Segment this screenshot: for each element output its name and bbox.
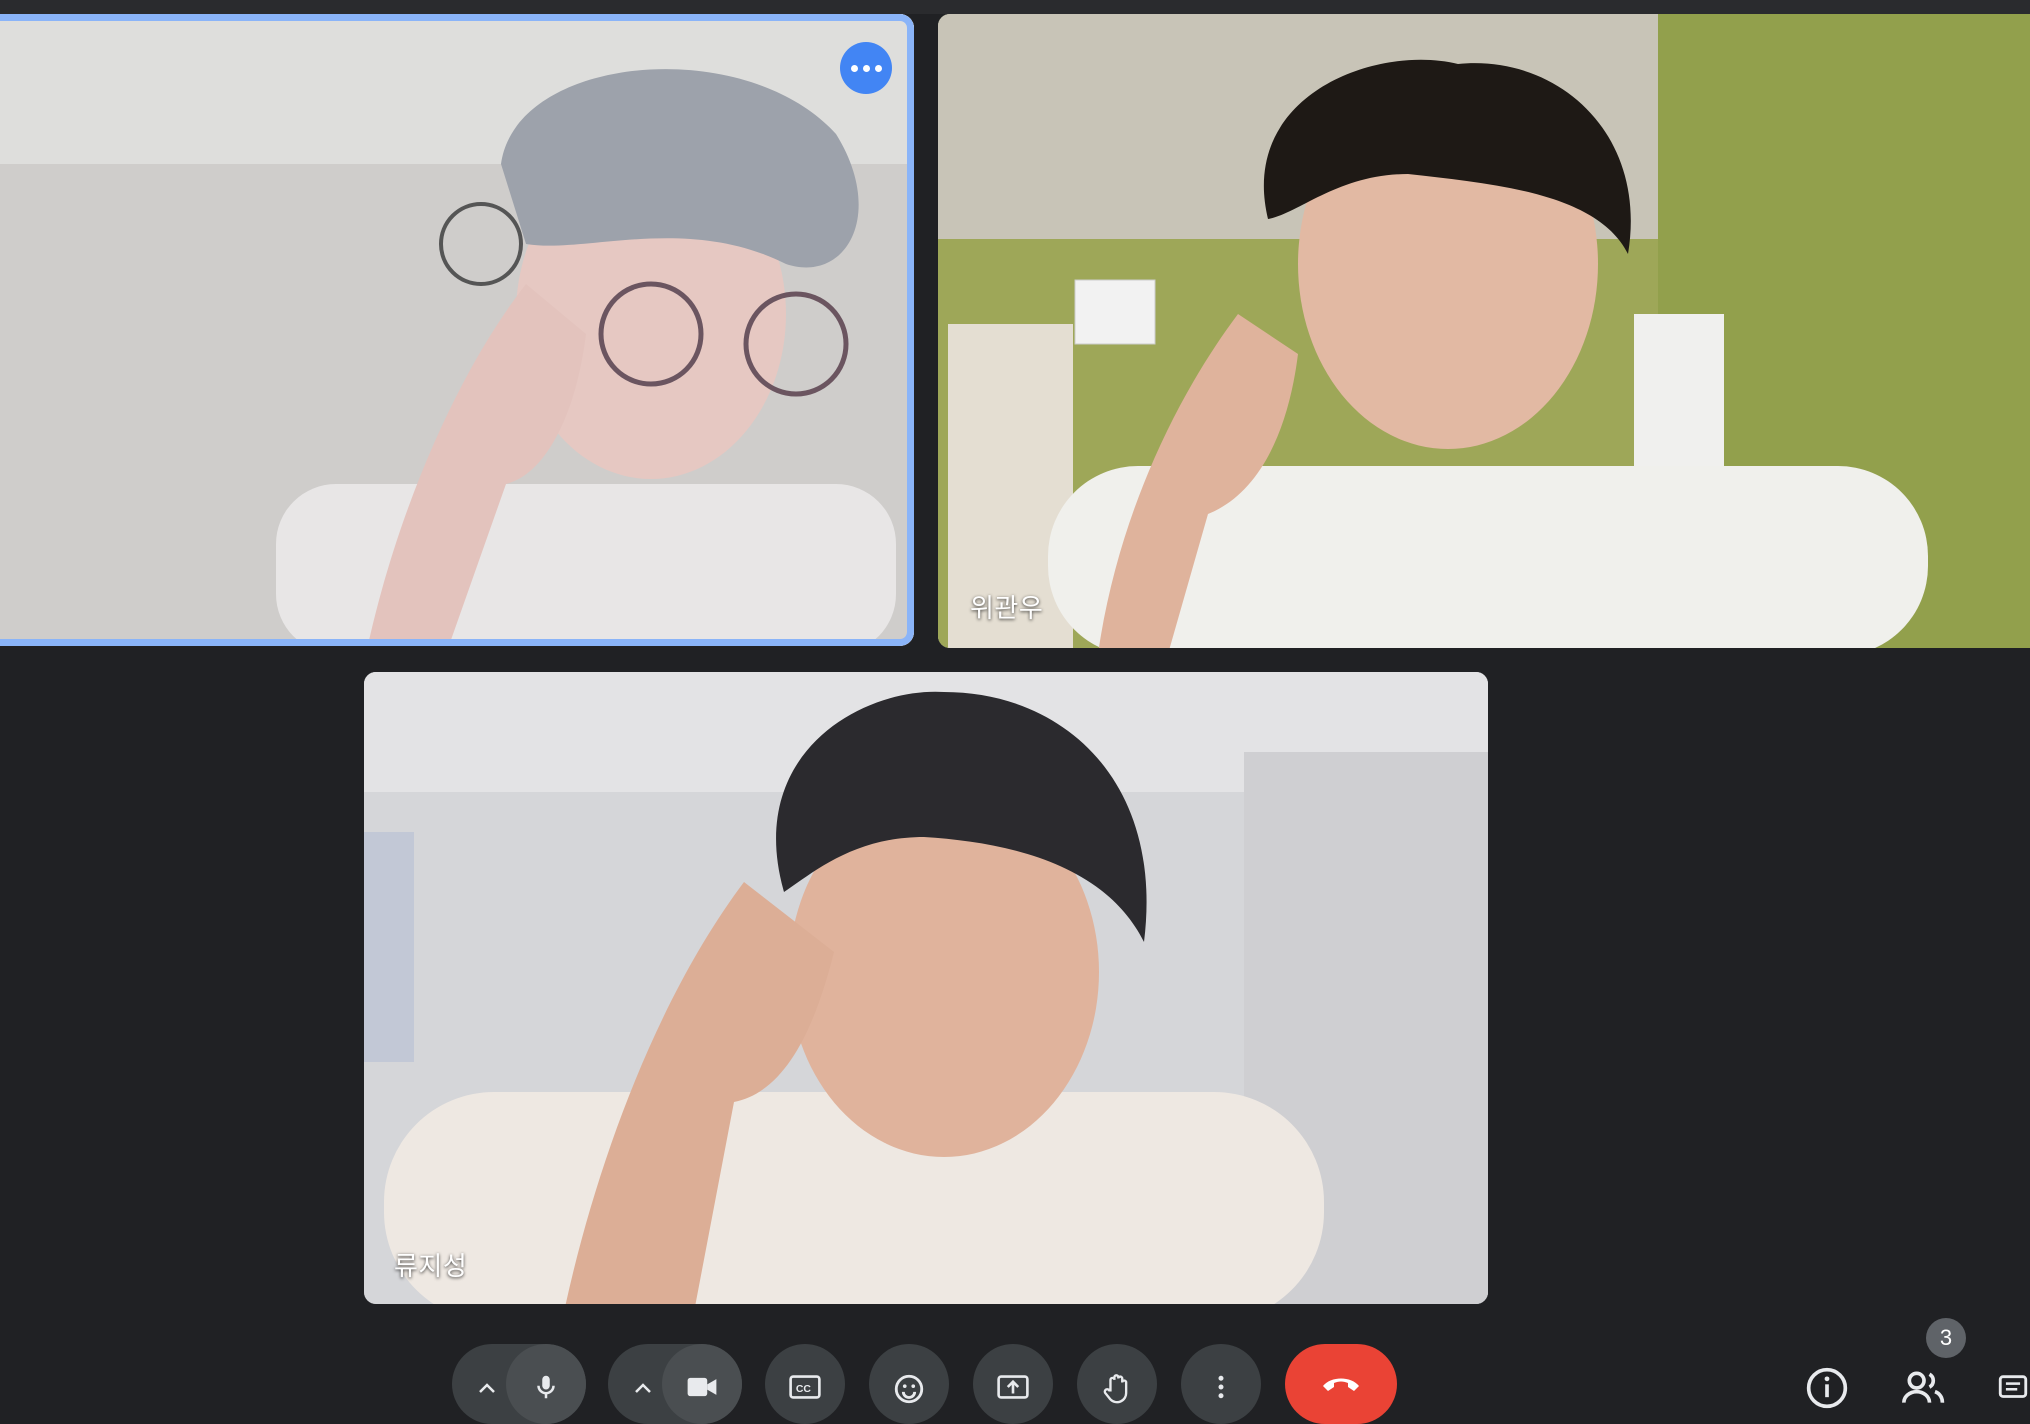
- more-vert-icon: [1218, 1375, 1224, 1399]
- video-feed-3: [364, 672, 1488, 1304]
- meeting-details-button[interactable]: [1803, 1366, 1851, 1414]
- dot: [874, 64, 882, 72]
- dot: [862, 64, 870, 72]
- dot: [850, 64, 858, 72]
- video-feed-2: [938, 14, 2030, 648]
- leave-call-button[interactable]: [1285, 1344, 1397, 1424]
- camera-options-button[interactable]: [620, 1352, 666, 1398]
- present-button[interactable]: [973, 1344, 1053, 1424]
- call-end-icon: [1323, 1378, 1359, 1391]
- more-options-button[interactable]: [1181, 1344, 1261, 1424]
- people-icon: [1902, 1371, 1945, 1403]
- participant-tile-3[interactable]: 류지성: [364, 672, 1488, 1304]
- top-bar: [0, 0, 2030, 14]
- closed-caption-icon: CC: [789, 1375, 821, 1399]
- call-controls-toolbar: CC: [0, 1330, 2030, 1424]
- present-screen-icon: [997, 1375, 1029, 1399]
- info-icon: [1806, 1367, 1848, 1409]
- mic-icon: [537, 1375, 555, 1399]
- hand-icon: [1103, 1374, 1128, 1404]
- chevron-up-icon: [635, 1383, 651, 1393]
- mic-options-button[interactable]: [464, 1352, 510, 1398]
- raise-hand-button[interactable]: [1077, 1344, 1157, 1424]
- captions-button[interactable]: CC: [765, 1344, 845, 1424]
- participant-name: 류지성: [394, 1251, 468, 1281]
- video-feed-self: [0, 14, 914, 646]
- camera-button[interactable]: [662, 1344, 742, 1424]
- people-button[interactable]: [1900, 1366, 1948, 1414]
- participant-name: 위관우: [970, 593, 1044, 623]
- participant-count-badge: 3: [1926, 1318, 1966, 1358]
- chat-icon: [1998, 1375, 2028, 1398]
- chevron-up-icon: [479, 1383, 495, 1393]
- participant-tile-2[interactable]: 위관우: [938, 14, 2030, 648]
- emoji-icon: [894, 1374, 924, 1404]
- participant-tile-self[interactable]: [0, 14, 914, 646]
- reactions-button[interactable]: [869, 1344, 949, 1424]
- videocam-icon: [687, 1377, 717, 1397]
- mic-control-group: [452, 1344, 586, 1424]
- microphone-button[interactable]: [506, 1344, 586, 1424]
- chat-button[interactable]: [1996, 1366, 2030, 1414]
- tile-more-options-button[interactable]: [840, 42, 892, 94]
- camera-control-group: [608, 1344, 742, 1424]
